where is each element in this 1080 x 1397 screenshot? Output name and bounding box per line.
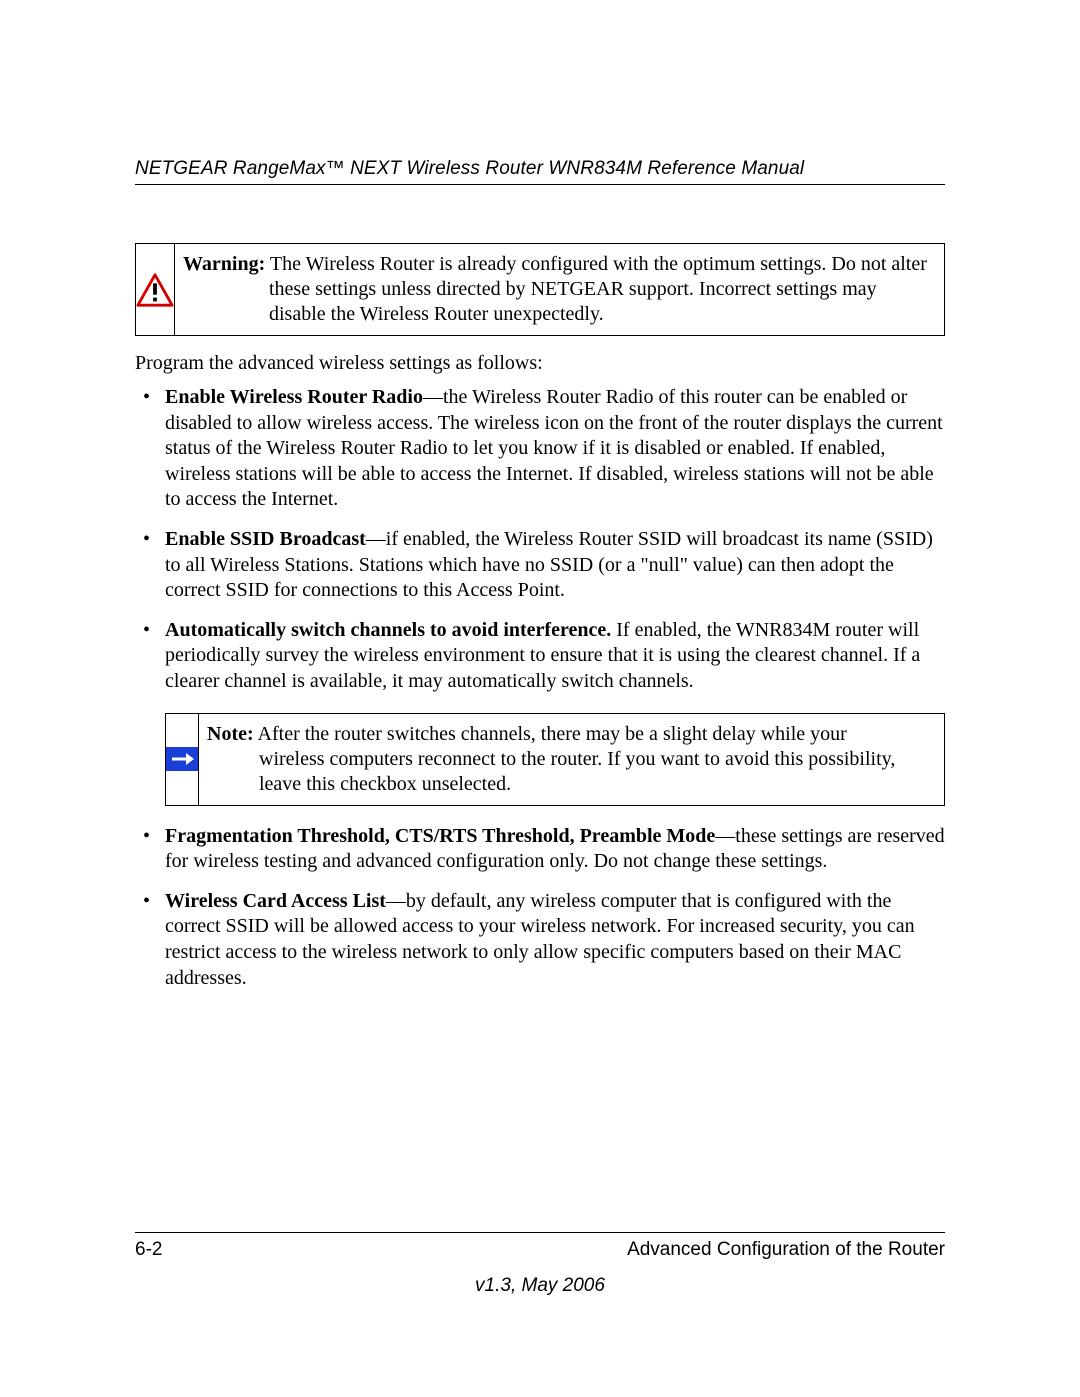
bullet-list-2: Fragmentation Threshold, CTS/RTS Thresho…: [135, 824, 945, 992]
page-number: 6-2: [135, 1239, 162, 1261]
warning-icon-cell: [136, 244, 175, 335]
footer-rule: [135, 1232, 945, 1233]
page-header-title: NETGEAR RangeMax™ NEXT Wireless Router W…: [135, 158, 945, 180]
list-item: Wireless Card Access List—by default, an…: [165, 889, 945, 991]
note-label: Note:: [207, 723, 254, 745]
arrow-right-icon: [166, 747, 198, 771]
list-item-bold: Enable SSID Broadcast: [165, 528, 366, 550]
page-footer: 6-2 Advanced Configuration of the Router…: [135, 1232, 945, 1297]
bullet-list: Enable Wireless Router Radio—the Wireles…: [135, 385, 945, 695]
note-text: Note: After the router switches channels…: [199, 714, 944, 805]
document-version: v1.3, May 2006: [135, 1275, 945, 1297]
warning-text: Warning: The Wireless Router is already …: [175, 244, 944, 335]
section-title: Advanced Configuration of the Router: [627, 1239, 945, 1261]
list-item: Enable SSID Broadcast—if enabled, the Wi…: [165, 527, 945, 604]
warning-body: The Wireless Router is already configure…: [269, 253, 927, 325]
note-box: Note: After the router switches channels…: [165, 713, 945, 806]
warning-label: Warning:: [183, 253, 265, 275]
document-page: NETGEAR RangeMax™ NEXT Wireless Router W…: [0, 0, 1080, 1397]
warning-box: Warning: The Wireless Router is already …: [135, 243, 945, 336]
note-icon-cell: [166, 714, 199, 805]
note-body: After the router switches channels, ther…: [258, 723, 896, 795]
list-item: Fragmentation Threshold, CTS/RTS Thresho…: [165, 824, 945, 875]
list-item-bold: Wireless Card Access List: [165, 890, 386, 912]
list-item: Automatically switch channels to avoid i…: [165, 618, 945, 695]
warning-triangle-icon: [136, 272, 174, 308]
list-item: Enable Wireless Router Radio—the Wireles…: [165, 385, 945, 513]
list-item-bold: Fragmentation Threshold, CTS/RTS Thresho…: [165, 825, 715, 847]
list-item-bold: Automatically switch channels to avoid i…: [165, 619, 611, 641]
intro-text: Program the advanced wireless settings a…: [135, 352, 945, 375]
header-rule: [135, 184, 945, 185]
list-item-bold: Enable Wireless Router Radio: [165, 386, 423, 408]
